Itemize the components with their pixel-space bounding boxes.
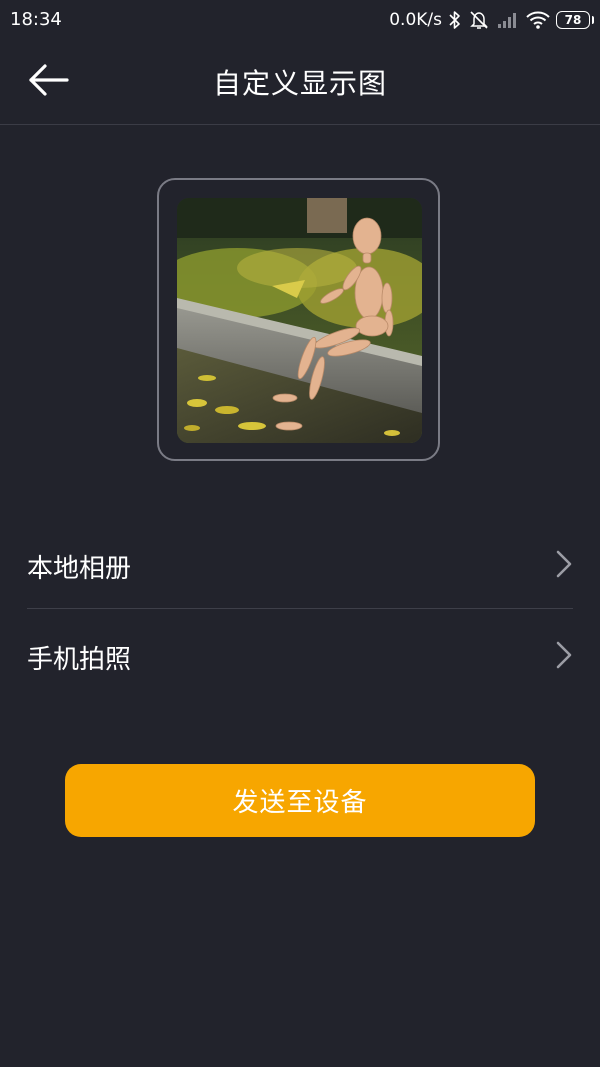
menu-item-label: 手机拍照	[27, 645, 132, 675]
bluetooth-icon	[448, 10, 462, 30]
navigation-bar: 自定义显示图	[0, 40, 600, 125]
send-to-device-button[interactable]: 发送至设备	[65, 764, 535, 837]
chevron-right-icon	[555, 550, 573, 582]
page-title: 自定义显示图	[212, 67, 387, 100]
network-speed: 0.0K/s	[389, 10, 442, 30]
menu-item-local-album[interactable]: 本地相册	[27, 518, 573, 608]
display-preview-frame[interactable]	[157, 178, 440, 461]
menu-item-take-photo[interactable]: 手机拍照	[27, 609, 573, 699]
menu-item-label: 本地相册	[27, 554, 132, 584]
status-icons: 0.0K/s 78	[389, 8, 594, 32]
status-time: 18:34	[10, 9, 62, 30]
chevron-right-icon	[555, 641, 573, 673]
status-bar: 18:34 0.0K/s 78	[0, 0, 600, 40]
cellular-signal-icon	[496, 11, 520, 29]
battery-icon: 78	[556, 11, 594, 29]
wifi-icon	[526, 11, 550, 29]
preview-photo	[177, 198, 422, 443]
mute-icon	[468, 10, 490, 30]
